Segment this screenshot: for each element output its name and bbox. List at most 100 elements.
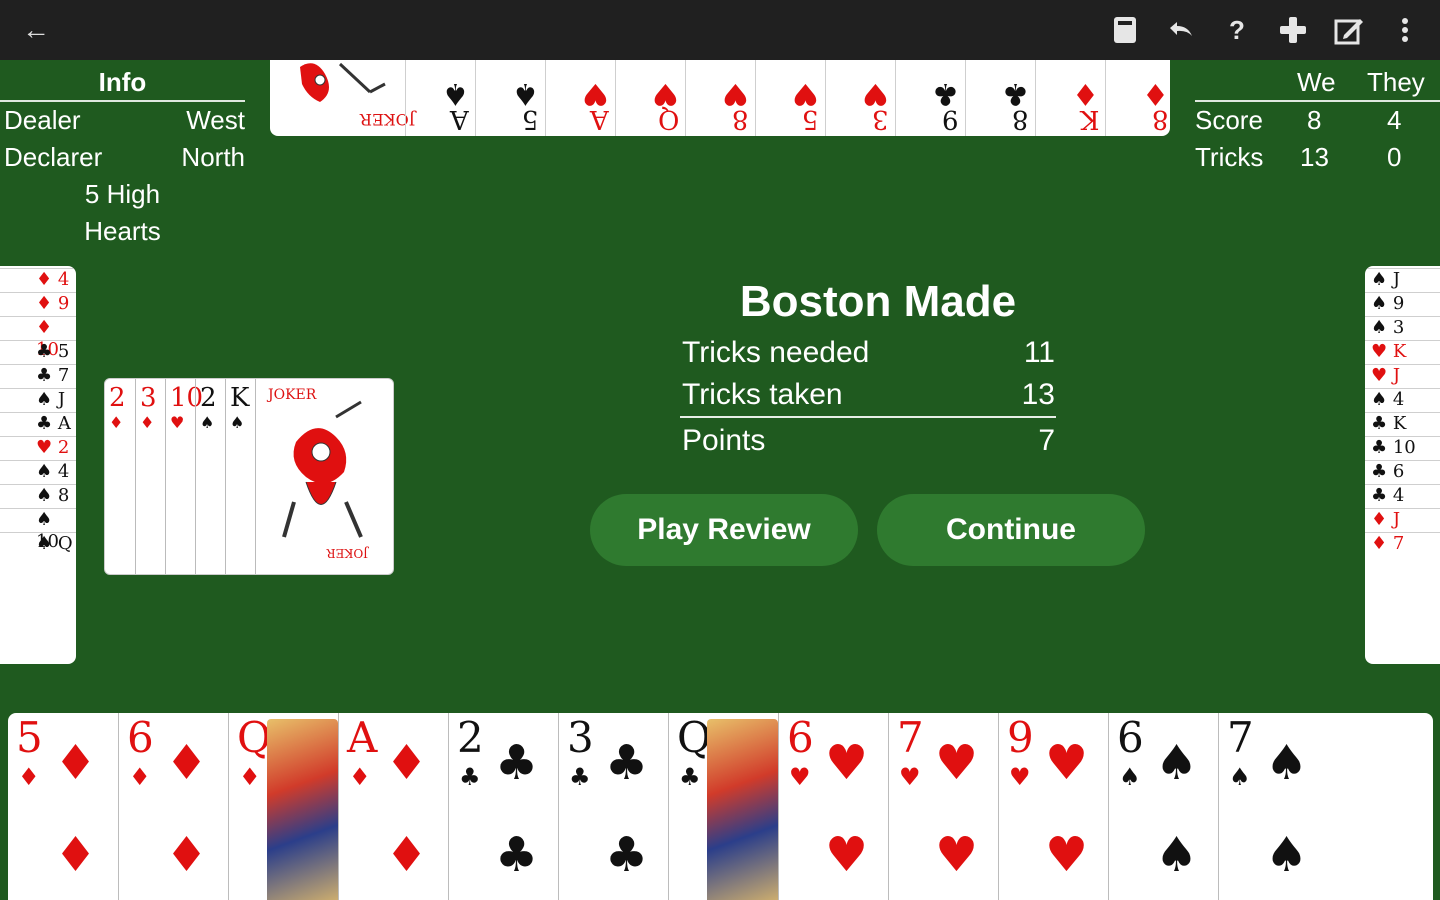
south-card[interactable]: 7 ♥ ♥ ♥	[888, 713, 998, 900]
west-card: ♠ 8	[0, 484, 76, 508]
west-card: ♦ 9	[0, 292, 76, 316]
kitty-joker-card: JOKER JOKER	[255, 379, 393, 574]
south-card-small-suit: ♦	[129, 763, 151, 791]
north-card-rank: A	[590, 104, 609, 134]
south-card-pip: ♠	[1155, 827, 1199, 883]
south-card-pip: ♣	[605, 827, 649, 883]
points-label: Points	[682, 424, 766, 457]
south-card[interactable]: 2 ♣ ♣ ♣	[448, 713, 558, 900]
south-card[interactable]: 5 ♦ ♦ ♦	[8, 713, 118, 900]
south-card-pip: ♣	[605, 735, 649, 791]
declarer-label: Declarer	[4, 142, 103, 172]
points-row: Points 7	[680, 420, 1055, 462]
we-header: We	[1297, 67, 1336, 97]
score-they: 4	[1387, 105, 1402, 135]
north-card: ♠ 5	[475, 60, 545, 136]
north-hand: JOKER ♠ A ♠ 5 ♥ A ♥ Q ♥ 8 ♥ 5 ♥ 3 ♣ 9 ♣ 8 ♦ K ♦ 8	[270, 60, 1170, 136]
tricks-needed-value: 11	[1023, 336, 1055, 369]
south-card-rank: 5	[16, 713, 43, 762]
new-game-icon[interactable]	[1276, 13, 1310, 47]
south-card-pip: ♥	[825, 735, 869, 791]
help-icon[interactable]: ?	[1220, 13, 1254, 47]
north-card: ♥ 3	[825, 60, 895, 136]
north-card: ♠ A	[405, 60, 475, 136]
south-card[interactable]: Q ♦	[228, 713, 338, 900]
west-card: ♦ 4	[0, 268, 76, 292]
north-card-rank: 8	[1152, 104, 1169, 134]
south-card-small-suit: ♠	[1229, 763, 1251, 791]
bid-text: 5 High	[84, 179, 161, 209]
east-hand: ♠ J ♠ 9 ♠ 3 ♥ K ♥ J ♠ 4 ♣ K ♣ 10 ♣ 6 ♣ 4 ♦ J ♦ 7	[1365, 266, 1440, 664]
east-card: ♣ K	[1365, 412, 1440, 436]
south-card-pip: ♠	[1265, 827, 1309, 883]
south-card-pip: ♣	[495, 735, 539, 791]
points-value: 7	[1038, 424, 1055, 457]
dealer-value: West	[186, 105, 245, 135]
south-card-small-suit: ♠	[1119, 763, 1141, 791]
cards-icon[interactable]	[1108, 13, 1142, 47]
north-card-suit: ♠	[512, 76, 539, 111]
south-card[interactable]: 9 ♥ ♥ ♥	[998, 713, 1108, 900]
edit-icon[interactable]	[1332, 13, 1366, 47]
south-hand: 5 ♦ ♦ ♦ 6 ♦ ♦ ♦ Q ♦ A ♦ ♦ ♦ 2 ♣ ♣ ♣ 3 ♣ ♣ ♣ Q ♣ 6 ♥ ♥ ♥ 7 ♥ ♥ ♥ 9 ♥ ♥ ♥ 6 ♠ ♠ ♠…	[8, 713, 1433, 900]
south-card-rank: 7	[1227, 713, 1254, 762]
tricks-taken-value: 13	[1021, 378, 1055, 411]
continue-button[interactable]: Continue	[877, 494, 1145, 566]
south-card[interactable]: 6 ♠ ♠ ♠	[1108, 713, 1218, 900]
south-card-pip: ♦	[165, 827, 209, 883]
south-card-pip: ♥	[935, 827, 979, 883]
score-panel: We They Score 8 4 Tricks 13 0	[1195, 62, 1440, 176]
north-card-rank: A	[450, 104, 469, 134]
south-card-small-suit: ♣	[459, 763, 481, 791]
north-card-suit: ♣	[1002, 76, 1029, 111]
undo-icon[interactable]	[1164, 13, 1198, 47]
north-card-rank: 5	[522, 104, 539, 134]
kitty-card-rank: 2	[200, 383, 217, 413]
south-card-rank: 6	[787, 713, 814, 762]
kitty-card-suit: ♦	[140, 413, 155, 432]
south-card-pip: ♥	[1045, 827, 1089, 883]
west-card: ♦ 10	[0, 316, 76, 360]
result-panel: Boston Made Tricks needed 11 Tricks take…	[680, 272, 1060, 462]
north-card: ♥ A	[545, 60, 615, 136]
queen-face-icon	[707, 719, 778, 900]
west-card: ♣ 5	[0, 340, 76, 364]
kitty-card-suit: ♠	[230, 413, 245, 432]
south-card-rank: 6	[127, 713, 154, 762]
north-card: ♦ K	[1035, 60, 1105, 136]
south-card[interactable]: 3 ♣ ♣ ♣	[558, 713, 668, 900]
declarer-row: Declarer North	[0, 139, 245, 176]
more-vert-icon[interactable]	[1388, 13, 1422, 47]
south-card[interactable]: Q ♣	[668, 713, 778, 900]
play-review-button[interactable]: Play Review	[590, 494, 858, 566]
south-card-small-suit: ♥	[789, 763, 811, 791]
south-card[interactable]: 6 ♦ ♦ ♦	[118, 713, 228, 900]
kitty-card-suit: ♦	[109, 413, 124, 432]
south-card-rank: 7	[897, 713, 924, 762]
arrow-back-icon[interactable]: ←	[22, 14, 58, 46]
south-card-small-suit: ♣	[569, 763, 591, 791]
queen-face-icon	[267, 719, 338, 900]
trump-text: Hearts	[84, 216, 161, 246]
east-card: ♠ 4	[1365, 388, 1440, 412]
declarer-value: North	[181, 142, 245, 172]
south-card[interactable]: 6 ♥ ♥ ♥	[778, 713, 888, 900]
south-card[interactable]: A ♦ ♦ ♦	[338, 713, 448, 900]
kitty-card: 3 ♦	[135, 379, 167, 574]
north-card-suit: ♠	[442, 76, 469, 111]
tricks-we: 13	[1300, 142, 1329, 172]
west-card: ♠ 10	[0, 508, 76, 552]
result-divider	[680, 416, 1056, 418]
joker-card: JOKER	[270, 60, 415, 136]
east-card: ♣ 6	[1365, 460, 1440, 484]
info-title: Info	[0, 62, 245, 102]
joker-icon: JOKER	[282, 400, 370, 560]
east-card: ♦ J	[1365, 508, 1440, 532]
north-card: ♥ Q	[615, 60, 685, 136]
south-card-small-suit: ♦	[239, 763, 261, 791]
north-card: ♦ 8	[1105, 60, 1170, 136]
south-card[interactable]: 7 ♠ ♠ ♠	[1218, 713, 1433, 900]
west-card: ♠ Q	[0, 532, 76, 556]
kitty-card: 10 ♥	[165, 379, 204, 574]
kitty-card-rank: 10	[170, 383, 204, 413]
